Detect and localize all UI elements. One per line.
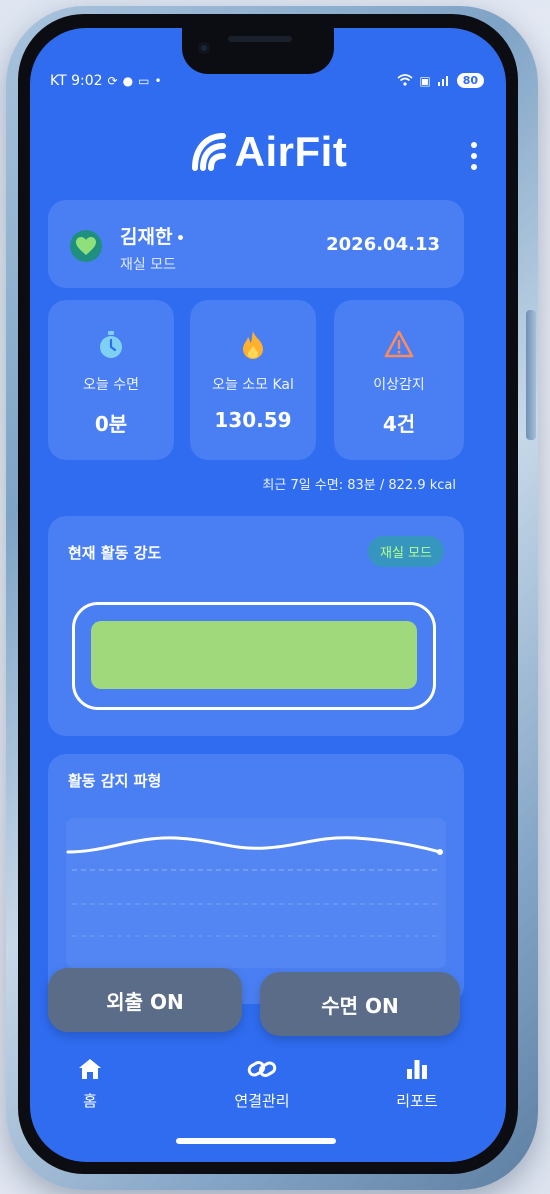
waveform-svg [66,836,443,937]
status-right: ▣ 80 [397,73,484,88]
intensity-meter-fill [91,621,417,689]
current-date: 2026.04.13 [326,234,440,255]
weekly-summary: 최근 7일 수면: 83분 / 822.9 kcal [262,478,456,493]
sync-icon: ⟳ [107,74,118,88]
user-card[interactable]: 김재한 재실 모드 2026.04.13 [48,200,464,288]
bar-chart-icon [382,1054,452,1084]
bottom-tab-bar: 홈 연결관리 리포트 [30,1046,506,1146]
stat-calorie-card[interactable]: 오늘 소모 Kal 130.59 [190,300,316,460]
activity-intensity-card: 현재 활동 강도 재실 모드 [48,516,464,736]
airfit-logo-icon [191,133,226,171]
status-left: KT 9:02 ⟳ ● ▭ • [50,73,162,89]
stopwatch-icon [48,330,174,360]
home-indicator[interactable] [176,1138,336,1144]
stat-label: 이상감지 [373,377,425,393]
tab-home[interactable]: 홈 [68,1054,112,1111]
earpiece-speaker [228,36,292,42]
home-icon [68,1054,112,1084]
signal-icon [437,74,451,88]
stat-label: 오늘 수면 [83,377,139,393]
dot-icon: • [154,74,162,88]
warning-icon [334,330,464,360]
app-header: AirFit [30,128,506,188]
stat-value: 0분 [94,412,128,436]
flame-icon [190,330,316,360]
waveform-title: 활동 감지 파형 [68,772,162,790]
talk-icon: ● [122,74,134,88]
link-icon [212,1054,312,1084]
screen-icon: ▭ [138,74,150,88]
waveform-card: 활동 감지 파형 [48,754,464,1004]
tab-label: 리포트 [396,1092,438,1110]
stat-value: 130.59 [214,408,292,432]
notch [182,28,334,74]
activity-title: 현재 활동 강도 [68,544,162,562]
mode-badge: 재실 모드 [368,536,444,567]
stat-sleep-card[interactable]: 오늘 수면 0분 [48,300,174,460]
user-name: 김재한 [120,222,184,249]
side-button [526,310,536,440]
tab-label: 연결관리 [234,1092,290,1110]
user-mode: 재실 모드 [120,257,176,273]
battery-level: 80 [456,73,484,88]
intensity-meter [72,602,436,710]
app-screen: KT 9:02 ⟳ ● ▭ • ▣ 80 AirFit 김재한 재실 모드 20… [30,28,506,1162]
stat-label: 오늘 소모 Kal [212,377,294,393]
waveform-end-point [437,849,443,855]
more-vertical-icon[interactable] [464,138,484,174]
waveform-plot [66,818,446,968]
tab-label: 홈 [83,1092,97,1110]
front-camera [198,42,210,54]
lte-icon: ▣ [419,73,431,88]
tab-connections[interactable]: 연결관리 [212,1054,312,1111]
waveform-line [66,836,442,854]
heart-icon [70,230,102,262]
stat-anomaly-card[interactable]: 이상감지 4건 [334,300,464,460]
app-name: AirFit [234,128,348,175]
wifi-icon [397,73,413,88]
app-logo: AirFit [189,128,348,176]
online-dot [178,235,184,240]
sleep-mode-button[interactable]: 수면 ON [260,972,460,1036]
out-mode-button[interactable]: 외출 ON [48,968,242,1032]
stat-value: 4건 [382,412,416,436]
tab-report[interactable]: 리포트 [382,1054,452,1111]
carrier-time: KT 9:02 [50,73,103,89]
